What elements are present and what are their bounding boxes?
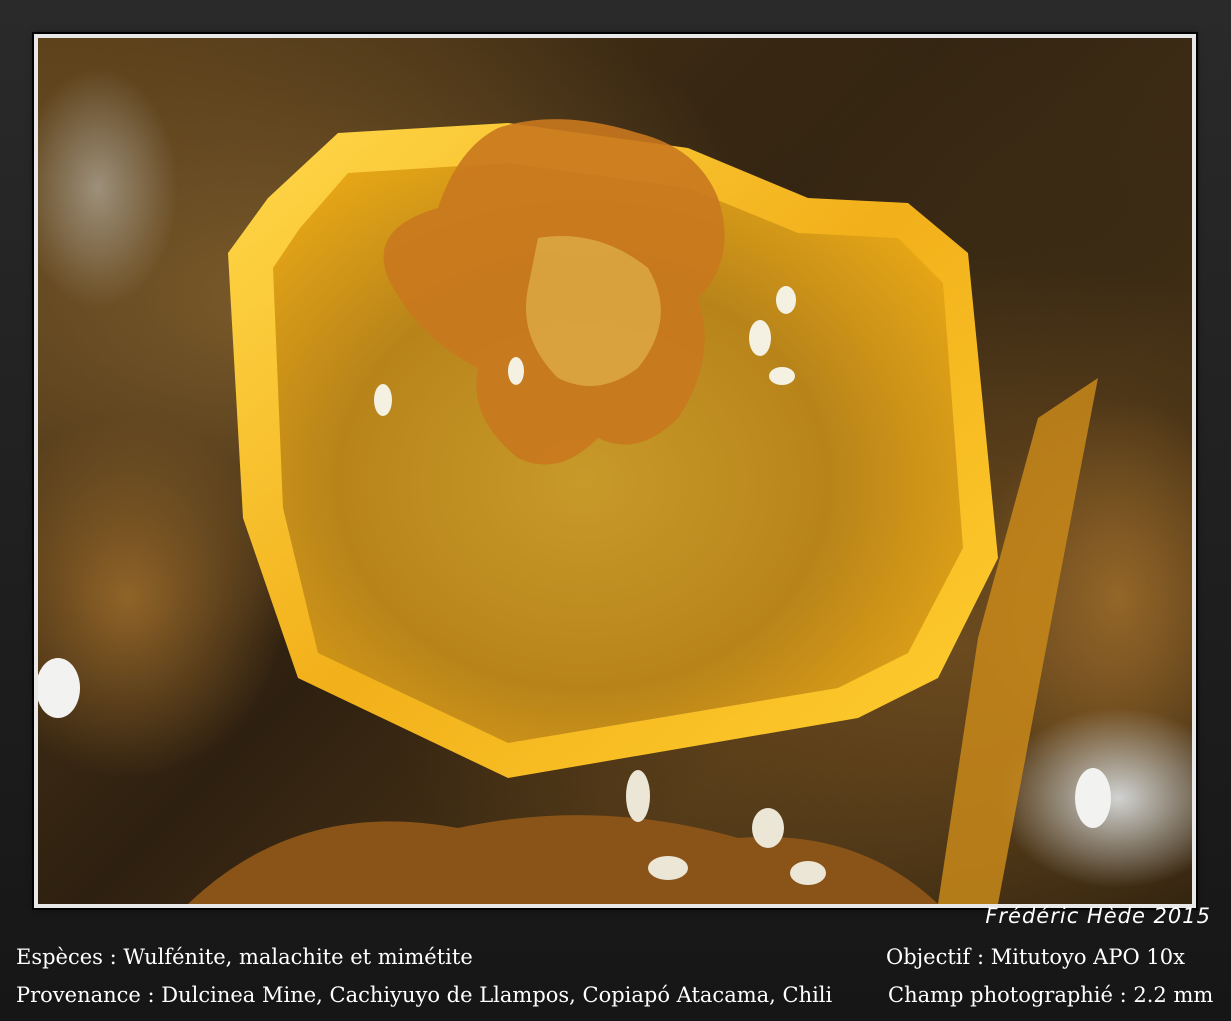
caption-objective: Objectif : Mitutoyo APO 10x xyxy=(886,945,1185,969)
mimetite-crystal xyxy=(1075,768,1111,828)
matrix-bottom xyxy=(188,815,938,904)
wulfenite-crystal-illustration xyxy=(38,68,1192,904)
mimetite-crystal xyxy=(626,770,650,822)
mimetite-crystal xyxy=(790,861,826,885)
mimetite-crystal xyxy=(38,658,80,718)
mimetite-crystal xyxy=(769,367,795,385)
blurred-white-top-left xyxy=(38,68,178,308)
photographer-credit: Frédéric Hède 2015 xyxy=(985,904,1211,928)
mimetite-crystal xyxy=(776,286,796,314)
mimetite-crystal xyxy=(508,357,524,385)
caption-provenance: Provenance : Dulcinea Mine, Cachiyuyo de… xyxy=(16,983,833,1007)
caption-species: Espèces : Wulfénite, malachite et miméti… xyxy=(16,945,473,969)
mimetite-crystal xyxy=(752,808,784,848)
mimetite-crystal xyxy=(374,384,392,416)
mineral-photo xyxy=(38,38,1192,904)
mimetite-crystal xyxy=(648,856,688,880)
mimetite-crystal xyxy=(749,320,771,356)
caption-field-of-view: Champ photographié : 2.2 mm xyxy=(888,983,1214,1007)
